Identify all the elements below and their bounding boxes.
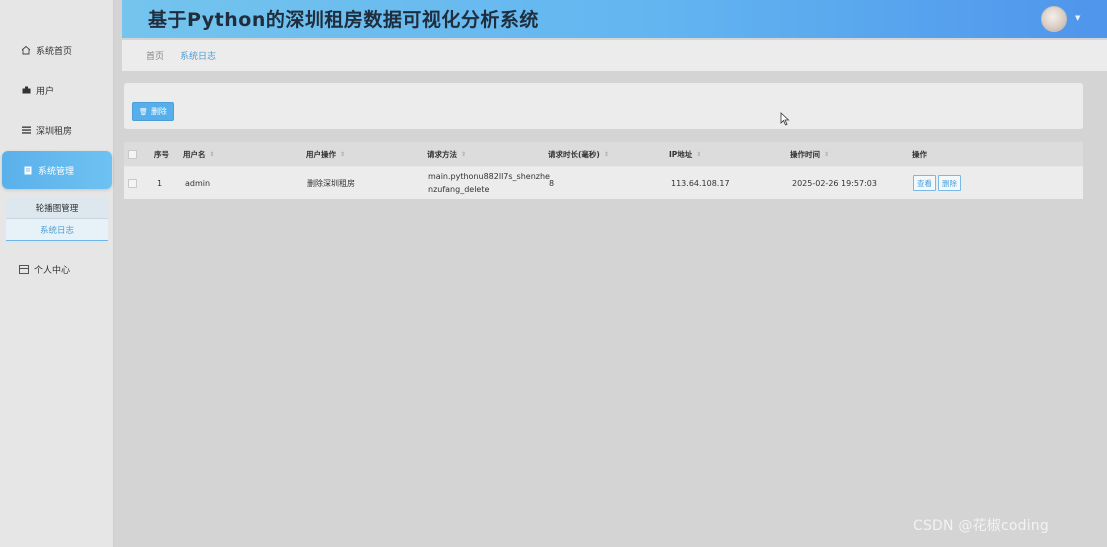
sidebar: 系统首页 用户 深圳租房 系统管理 轮播图管理 系统日志 个人中心 [0,0,114,547]
submenu-item-system-log[interactable]: 系统日志 [6,219,108,241]
sidebar-item-label: 个人中心 [34,265,71,276]
cell-index: 1 [157,178,163,188]
sidebar-item-rentals[interactable]: 深圳租房 [0,112,114,148]
batch-delete-button[interactable]: 🗑 删除 [132,102,174,121]
header-duration[interactable]: 请求时长(毫秒) ⇕ [548,142,609,166]
sidebar-item-users[interactable]: 用户 [0,72,114,108]
sort-icon[interactable]: ⇕ [461,151,466,158]
breadcrumb: 首页 系统日志 [122,40,1107,71]
mouse-pointer-icon [780,111,790,126]
sort-icon[interactable]: ⇕ [696,151,701,158]
table-row[interactable]: 1 admin 删除深圳租房 main.pythonu882ll7s_shenz… [124,167,1083,199]
cell-duration: 8 [549,178,555,188]
cell-method: main.pythonu882ll7s_shenzhenzufang_delet… [428,167,550,199]
header-ip[interactable]: IP地址 ⇕ [669,142,701,166]
view-button[interactable]: 查看 [913,175,936,191]
sidebar-item-label: 用户 [36,86,55,97]
header-time[interactable]: 操作时间 ⇕ [790,142,829,166]
sort-icon[interactable]: ⇕ [604,151,609,158]
row-delete-button[interactable]: 删除 [938,175,961,191]
sidebar-item-label: 系统首页 [36,46,73,57]
chevron-down-icon[interactable]: ▼ [1075,14,1080,22]
sort-icon[interactable]: ⇕ [210,151,215,158]
row-checkbox[interactable] [128,179,137,188]
doc-icon [22,166,34,175]
sort-icon[interactable]: ⇕ [824,151,829,158]
trash-icon: 🗑 [139,107,148,116]
breadcrumb-home[interactable]: 首页 [146,49,164,62]
card-icon [18,264,30,274]
header-method[interactable]: 请求方法 ⇕ [427,142,466,166]
toolbar: 🗑 删除 [124,83,1083,129]
cell-username: admin [185,178,211,188]
cell-actions: 查看 删除 [913,167,963,199]
cell-ip: 113.64.108.17 [671,178,730,188]
log-table: 序号 用户名 ⇕ 用户操作 ⇕ 请求方法 ⇕ 请求时长(毫秒) ⇕ IP地址 ⇕ 操作时间… [124,142,1083,199]
sort-icon[interactable]: ⇕ [340,151,345,158]
user-icon [20,86,32,94]
app-title: 基于Python的深圳租房数据可视化分析系统 [148,9,539,31]
app-header: 基于Python的深圳租房数据可视化分析系统 ▼ [122,0,1107,38]
cell-method-text: main.pythonu882ll7s_shenzhenzufang_delet… [428,172,550,194]
cell-operation: 删除深圳租房 [307,178,355,188]
list-icon [20,126,32,134]
table-header: 序号 用户名 ⇕ 用户操作 ⇕ 请求方法 ⇕ 请求时长(毫秒) ⇕ IP地址 ⇕ 操作时间… [124,142,1083,166]
breadcrumb-current: 系统日志 [180,52,217,62]
select-all-checkbox[interactable] [128,150,137,159]
avatar[interactable] [1041,6,1067,32]
sidebar-item-system-management[interactable]: 系统管理 [2,151,112,189]
sidebar-item-label: 深圳租房 [36,126,73,137]
header-actions: 操作 [912,149,927,159]
sidebar-item-label: 系统管理 [38,166,75,177]
watermark: CSDN @花椒coding [913,518,1049,534]
system-management-submenu: 轮播图管理 系统日志 [6,197,108,243]
header-operation[interactable]: 用户操作 ⇕ [306,142,345,166]
header-index: 序号 [154,149,169,159]
sidebar-item-profile[interactable]: 个人中心 [0,251,114,287]
home-icon [20,45,32,55]
batch-delete-label: 删除 [150,107,167,116]
sidebar-item-home[interactable]: 系统首页 [0,32,114,68]
submenu-item-carousel[interactable]: 轮播图管理 [6,197,108,219]
header-username[interactable]: 用户名 ⇕ [183,142,215,166]
cell-time: 2025-02-26 19:57:03 [792,178,877,188]
